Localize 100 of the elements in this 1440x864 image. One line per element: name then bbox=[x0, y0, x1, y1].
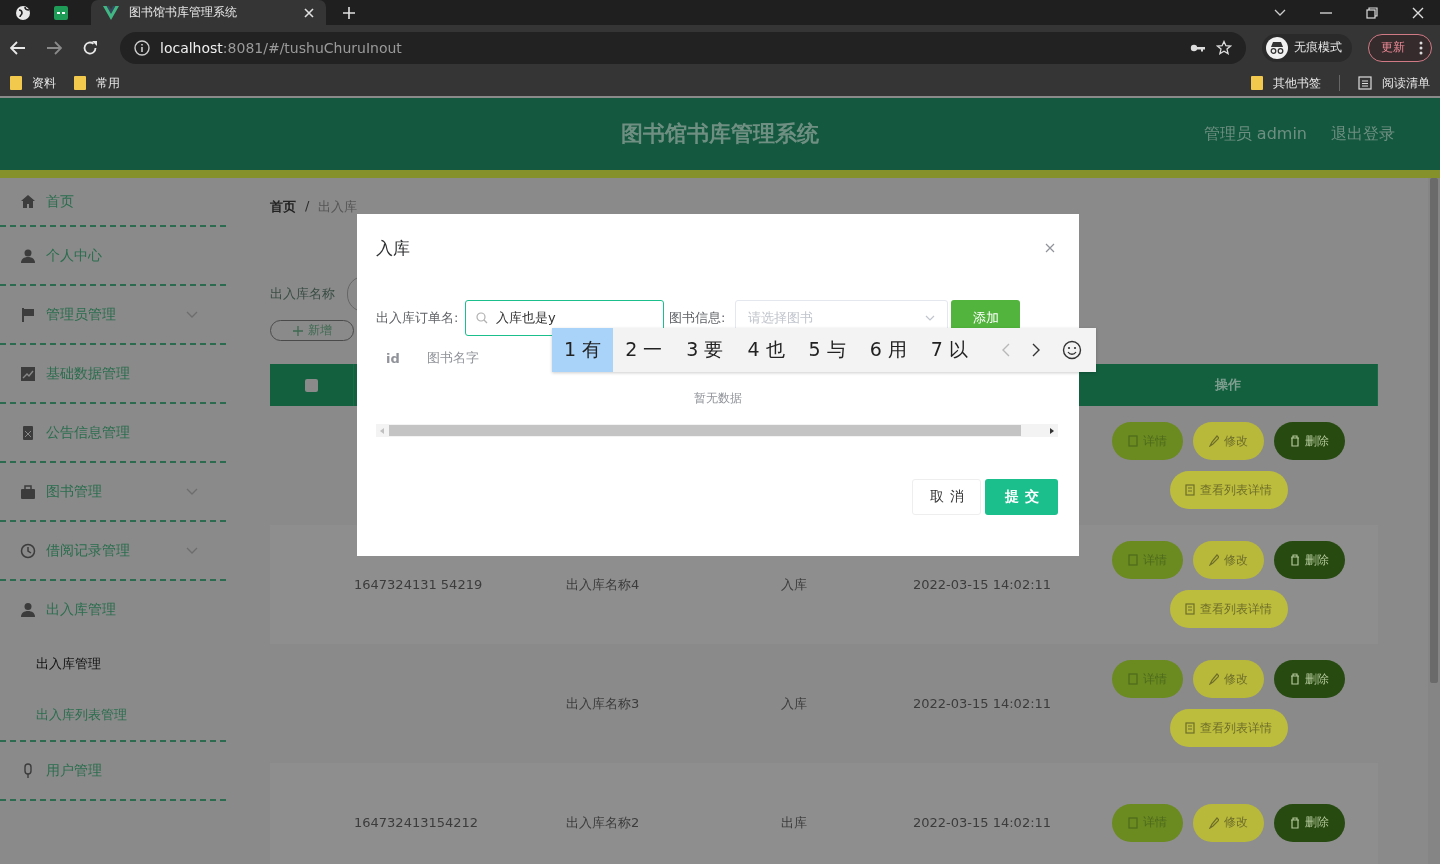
smiley-icon[interactable] bbox=[1062, 340, 1082, 360]
pencil-icon bbox=[1209, 816, 1219, 829]
edit-button[interactable]: 修改 bbox=[1193, 660, 1264, 698]
delete-button[interactable]: 删除 bbox=[1274, 660, 1345, 698]
table-cell: 出入库名称4 bbox=[566, 575, 640, 594]
submit-button[interactable]: 提交 bbox=[985, 479, 1058, 515]
menu-item[interactable]: 图书管理 bbox=[0, 463, 226, 520]
profile-chip[interactable]: 无痕模式 bbox=[1262, 33, 1352, 62]
scrollbar[interactable] bbox=[376, 424, 1058, 437]
bookmark[interactable]: 常用 bbox=[74, 74, 120, 92]
document-icon bbox=[1128, 435, 1138, 447]
chevron-right-icon[interactable] bbox=[1032, 343, 1040, 357]
back-arrow-icon[interactable] bbox=[10, 40, 26, 55]
menu-item[interactable]: 出入库管理 bbox=[0, 581, 226, 638]
document-icon bbox=[1128, 816, 1138, 829]
edit-button[interactable]: 修改 bbox=[1193, 803, 1264, 842]
menu-item[interactable]: 借阅记录管理 bbox=[0, 522, 226, 579]
list-icon bbox=[1185, 722, 1195, 734]
bookmark[interactable]: 资料 bbox=[10, 74, 56, 92]
bookmark[interactable]: 其他书签 bbox=[1251, 74, 1321, 92]
menu-item[interactable]: 个人中心 bbox=[0, 227, 226, 284]
pencil-icon bbox=[1209, 673, 1219, 685]
right-arrow-icon bbox=[1050, 427, 1054, 434]
key-icon[interactable] bbox=[1190, 42, 1206, 53]
folder-icon bbox=[74, 76, 86, 90]
list-icon bbox=[1358, 76, 1372, 90]
search-label: 出入库名称 bbox=[270, 285, 335, 303]
edit-button[interactable]: 修改 bbox=[1193, 422, 1264, 460]
chevron-down-icon[interactable] bbox=[1274, 8, 1286, 17]
clock-icon bbox=[20, 542, 36, 559]
v-logo-icon bbox=[103, 5, 119, 20]
url-text: localhost:8081/#/tushuChuruInout bbox=[160, 39, 402, 56]
spreadsheet-icon[interactable] bbox=[53, 4, 69, 21]
menu-item[interactable]: 公告信息管理 bbox=[0, 404, 226, 461]
star-icon[interactable] bbox=[1216, 39, 1232, 56]
bookmark[interactable]: 阅读清单 bbox=[1358, 74, 1430, 92]
checkbox[interactable] bbox=[305, 378, 318, 392]
briefcase-icon bbox=[20, 483, 36, 500]
menu-item[interactable]: 管理员管理 bbox=[0, 286, 226, 343]
candidate[interactable]: 1 有 bbox=[552, 328, 614, 372]
pencil-icon bbox=[1209, 435, 1219, 447]
list-details-button[interactable]: 查看列表详情 bbox=[1169, 471, 1288, 509]
table-cell: 出库 bbox=[781, 813, 807, 832]
left-arrow-icon bbox=[380, 427, 384, 434]
pencil-icon bbox=[1209, 554, 1219, 566]
scrollbar[interactable] bbox=[1428, 178, 1440, 864]
document-icon bbox=[1128, 673, 1138, 685]
candidate[interactable]: 3 要 bbox=[674, 328, 736, 372]
delete-button[interactable]: 删除 bbox=[1274, 541, 1345, 579]
person-icon bbox=[20, 247, 36, 264]
document-icon bbox=[1128, 554, 1138, 566]
search-icon bbox=[476, 312, 488, 324]
app-title: 图书馆书库管理系统 bbox=[621, 120, 819, 148]
column-header: id bbox=[386, 350, 400, 366]
column-header: 操作 bbox=[1215, 376, 1241, 394]
plus-icon bbox=[292, 325, 303, 336]
logout-link[interactable]: 退出登录 bbox=[1331, 124, 1395, 145]
list-icon bbox=[1185, 603, 1195, 615]
delete-button[interactable]: 删除 bbox=[1274, 422, 1345, 460]
folder-icon bbox=[10, 76, 22, 90]
edit-button[interactable]: 修改 bbox=[1193, 541, 1264, 579]
menu-item[interactable]: 基础数据管理 bbox=[0, 345, 226, 402]
field-label: 图书信息: bbox=[669, 309, 727, 327]
table-cell: 1647324131 54219 bbox=[354, 577, 483, 592]
list-details-button[interactable]: 查看列表详情 bbox=[1169, 709, 1288, 747]
submenu-item[interactable]: 出入库管理 bbox=[0, 638, 226, 689]
trash-icon bbox=[1290, 435, 1300, 447]
user-label: 管理员 admin bbox=[1203, 124, 1307, 145]
table-cell: 入库 bbox=[781, 694, 807, 713]
home-icon bbox=[20, 193, 36, 210]
trash-icon bbox=[1290, 816, 1300, 829]
table-cell: 2022-03-15 14:02:11 bbox=[913, 577, 1052, 592]
menu-item[interactable]: 首页 bbox=[0, 178, 226, 225]
trash-icon bbox=[1290, 554, 1300, 566]
folder-icon bbox=[1251, 76, 1263, 90]
minimize-icon[interactable] bbox=[1320, 11, 1332, 14]
plus-icon[interactable] bbox=[342, 5, 356, 20]
table-cell: 2022-03-15 14:02:11 bbox=[913, 815, 1052, 830]
dialog-title: 入库 bbox=[376, 236, 410, 260]
update-button[interactable]: 更新 bbox=[1368, 33, 1432, 62]
table-cell: 出入库名称3 bbox=[566, 694, 640, 713]
browser-tab[interactable]: 图书馆书库管理系统 bbox=[91, 0, 326, 25]
globe-icon[interactable] bbox=[15, 4, 31, 21]
cancel-button[interactable]: 取消 bbox=[912, 479, 981, 515]
list-icon bbox=[1185, 484, 1195, 496]
reload-icon[interactable] bbox=[82, 39, 98, 56]
breadcrumb-item[interactable]: 首页 bbox=[270, 198, 296, 216]
field-label: 出入库订单名: bbox=[376, 309, 460, 327]
table-cell: 164732413154212 bbox=[354, 815, 479, 830]
address-bar[interactable]: localhost:8081/#/tushuChuruInout bbox=[120, 31, 1246, 64]
restore-icon[interactable] bbox=[1366, 6, 1378, 19]
clipboard-icon bbox=[20, 424, 36, 441]
chart-icon bbox=[20, 365, 36, 382]
menu-item[interactable]: 用户管理 bbox=[0, 742, 226, 799]
forward-arrow-icon[interactable] bbox=[46, 40, 62, 55]
list-details-button[interactable]: 查看列表详情 bbox=[1169, 590, 1288, 628]
submenu-item[interactable]: 出入库列表管理 bbox=[0, 689, 226, 740]
delete-button[interactable]: 删除 bbox=[1274, 803, 1345, 842]
chevron-down-icon bbox=[925, 315, 935, 321]
column-header: 图书名字 bbox=[426, 349, 479, 367]
